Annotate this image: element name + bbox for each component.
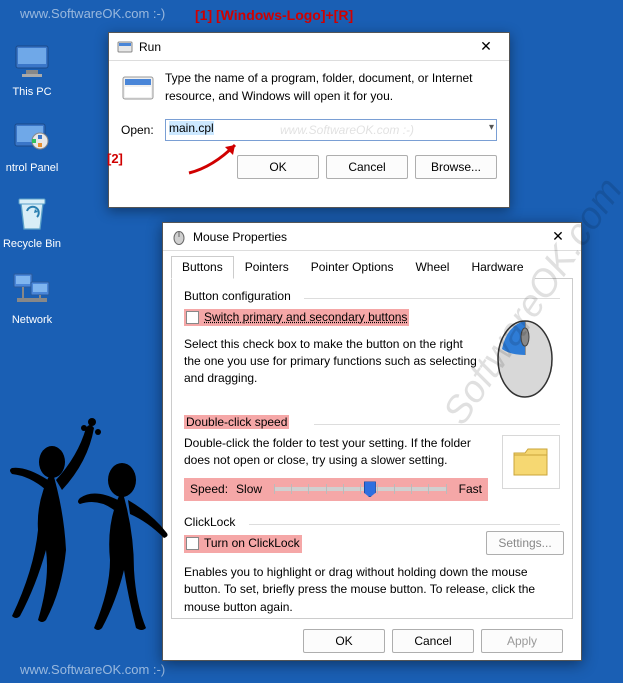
- run-icon: [117, 39, 133, 55]
- this-pc-icon: [11, 40, 53, 82]
- doubleclick-desc: Double-click the folder to test your set…: [184, 435, 488, 470]
- group-title: Button configuration: [184, 289, 560, 303]
- clicklock-checkbox[interactable]: [186, 537, 199, 550]
- tab-wheel[interactable]: Wheel: [404, 256, 460, 279]
- run-title: Run: [139, 40, 161, 54]
- tab-panel-buttons: Button configuration Switch primary and …: [171, 279, 573, 619]
- ok-button[interactable]: OK: [237, 155, 319, 179]
- watermark-bottom: www.SoftwareOK.com :-): [20, 662, 165, 677]
- slider-thumb[interactable]: [364, 481, 376, 497]
- desktop-icon-label: ntrol Panel: [6, 162, 59, 174]
- run-titlebar[interactable]: Run ✕: [109, 33, 509, 61]
- close-icon[interactable]: ✕: [471, 38, 501, 55]
- tab-pointers[interactable]: Pointers: [234, 256, 300, 279]
- desktop-icon-recycle-bin[interactable]: Recycle Bin: [0, 192, 72, 250]
- switch-buttons-checkbox[interactable]: [186, 311, 199, 324]
- run-dialog: [1] [Windows-Logo]+[R] Run ✕ Type the na…: [108, 32, 510, 208]
- tab-buttons[interactable]: Buttons: [171, 256, 234, 279]
- network-icon: [11, 268, 53, 310]
- browse-button[interactable]: Browse...: [415, 155, 497, 179]
- fast-label: Fast: [459, 481, 482, 498]
- tab-pointer-options[interactable]: Pointer Options: [300, 256, 405, 279]
- annotation-1: [1] [Windows-Logo]+[R]: [195, 7, 353, 23]
- clicklock-desc: Enables you to highlight or drag without…: [184, 564, 560, 616]
- close-icon[interactable]: ✕: [543, 228, 573, 245]
- mouse-icon: [171, 229, 187, 245]
- group-title: Double-click speed: [184, 415, 289, 429]
- mouse-title: Mouse Properties: [193, 230, 287, 244]
- run-app-icon: [121, 71, 155, 105]
- run-description: Type the name of a program, folder, docu…: [165, 69, 497, 105]
- watermark-top: www.SoftwareOK.com :-): [20, 6, 165, 21]
- group-button-config: Button configuration Switch primary and …: [184, 289, 560, 401]
- cancel-button[interactable]: Cancel: [326, 155, 408, 179]
- annotation-arrow: [183, 137, 247, 180]
- desktop-icon-this-pc[interactable]: This PC: [0, 40, 72, 98]
- mouse-properties-dialog: Mouse Properties ✕ Buttons Pointers Poin…: [162, 222, 582, 661]
- desktop-icon-label: Recycle Bin: [3, 238, 61, 250]
- run-open-value: main.cpl: [169, 121, 214, 135]
- mouse-titlebar[interactable]: Mouse Properties ✕: [163, 223, 581, 251]
- figure-watermark: [6, 410, 186, 643]
- desktop-icon-control-panel[interactable]: ntrol Panel: [0, 116, 72, 174]
- group-clicklock: ClickLock Turn on ClickLock Settings... …: [184, 515, 560, 616]
- desktop-icon-label: Network: [12, 314, 52, 326]
- annotation-2: [2]: [107, 151, 123, 166]
- clicklock-label: Turn on ClickLock: [204, 535, 300, 552]
- speed-slider[interactable]: [274, 487, 447, 491]
- speed-label: Speed:: [190, 481, 228, 498]
- ok-button[interactable]: OK: [303, 629, 385, 653]
- clicklock-settings-button[interactable]: Settings...: [486, 531, 564, 555]
- switch-buttons-desc: Select this check box to make the button…: [184, 336, 480, 388]
- desktop-icon-label: This PC: [12, 86, 51, 98]
- run-open-label: Open:: [121, 123, 165, 137]
- cancel-button[interactable]: Cancel: [392, 629, 474, 653]
- mouse-tabs: Buttons Pointers Pointer Options Wheel H…: [171, 255, 573, 279]
- folder-test-target[interactable]: [502, 435, 560, 489]
- recycle-bin-icon: [11, 192, 53, 234]
- mouse-illustration: [490, 309, 560, 401]
- desktop-icon-network[interactable]: Network: [0, 268, 72, 326]
- slow-label: Slow: [236, 481, 262, 498]
- control-panel-icon: [11, 116, 53, 158]
- apply-button[interactable]: Apply: [481, 629, 563, 653]
- desktop-icons: This PC ntrol Panel Recycle Bin Network: [0, 40, 72, 344]
- tab-hardware[interactable]: Hardware: [460, 256, 534, 279]
- group-doubleclick-speed: Double-click speed Double-click the fold…: [184, 415, 560, 501]
- group-title: ClickLock: [184, 515, 560, 529]
- switch-buttons-label: Switch primary and secondary buttons: [204, 309, 407, 326]
- chevron-down-icon[interactable]: ▾: [489, 122, 494, 133]
